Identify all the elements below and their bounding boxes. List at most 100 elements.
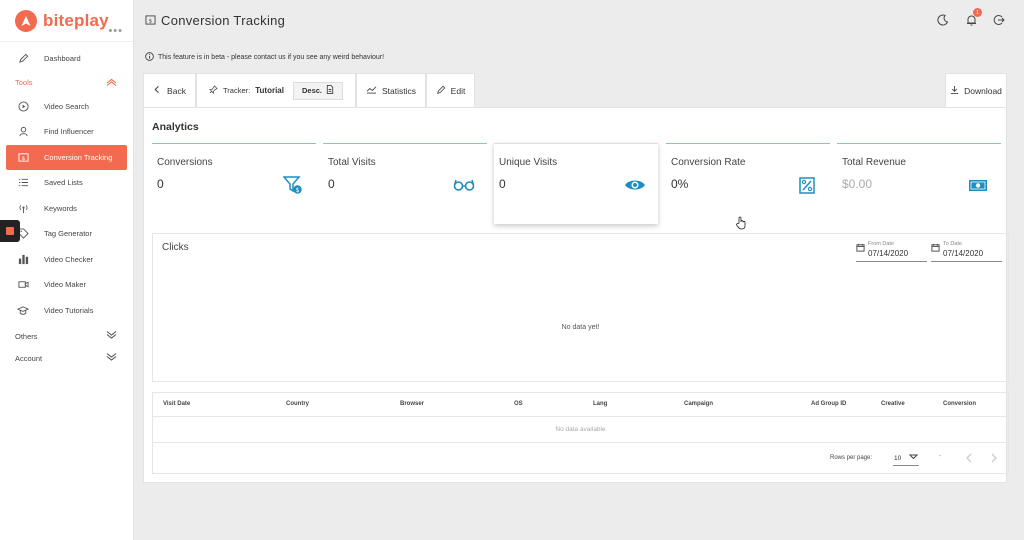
beta-notice-text: This feature is in beta - please contact… [158,54,385,61]
clicks-title: Clicks [162,242,189,253]
analytics-card: Analytics Conversions 0 $ Total Visits 0… [143,107,1009,483]
sidebar-item-keywords[interactable]: Keywords [0,196,133,222]
to-date-label: To Date [943,241,962,247]
column-conversion[interactable]: Conversion [943,401,976,407]
funnel-dollar-icon: $ [282,174,304,196]
sidebar-item-label: Video Maker [44,280,86,290]
column-lang[interactable]: Lang [593,401,607,407]
chevron-down-icon [106,331,117,341]
table-header: Visit Date Country Browser OS Lang Campa… [153,393,1008,417]
statistics-label: Statistics [381,85,416,96]
pencil-icon [16,52,30,66]
statistics-button[interactable]: Statistics [356,73,426,107]
sidebar-item-label: Find Influencer [44,127,94,137]
pin-icon [208,85,218,96]
to-date-field[interactable]: To Date 07/14/2020 [931,237,1002,262]
column-campaign[interactable]: Campaign [684,401,713,407]
stat-unique-visits: Unique Visits 0 [494,143,658,224]
column-country[interactable]: Country [286,401,309,407]
sidebar-section-others[interactable]: Others [0,325,133,347]
antenna-icon [16,201,30,215]
prev-page-button[interactable] [963,452,975,464]
download-label: Download [964,85,1002,96]
back-arrow-icon [153,85,162,96]
theme-toggle-icon[interactable] [936,13,950,27]
calendar-icon [931,239,940,257]
clicks-no-data: No data yet! [561,324,600,331]
beta-notice: This feature is in beta - please contact… [145,52,384,63]
sidebar-item-label: Video Tutorials [44,305,94,315]
list-icon [16,176,30,190]
column-ad-group-id[interactable]: Ad Group ID [811,401,846,407]
sidebar-section-account[interactable]: Account [0,347,133,369]
biteplay-logo-icon [15,9,37,32]
sidebar-item-video-maker[interactable]: Video Maker [0,272,133,298]
sidebar-section-label: Tools [15,78,33,87]
from-date-field[interactable]: From Date 07/14/2020 [856,237,927,262]
logout-icon[interactable] [992,13,1006,27]
rows-per-page-select[interactable]: 10 [893,451,919,466]
sidebar-item-label: Conversion Tracking [44,152,113,162]
to-date-value: 07/14/2020 [943,249,984,258]
eye-icon [624,174,646,196]
sidebar-item-video-checker[interactable]: Video Checker [0,247,133,273]
column-browser[interactable]: Browser [400,401,424,407]
sidebar-item-conversion-tracking[interactable]: $ Conversion Tracking [6,144,127,170]
stat-label: Total Revenue [842,157,906,168]
stat-value: 0% [671,177,689,191]
svg-text:$: $ [296,187,300,194]
sidebar-item-find-influencer[interactable]: Find Influencer [0,119,133,145]
stat-label: Unique Visits [499,157,558,168]
graduation-cap-icon [16,303,30,317]
sidebar-item-label: Keywords [44,203,77,213]
column-creative[interactable]: Creative [881,401,905,407]
sidebar-item-video-tutorials[interactable]: Video Tutorials [0,298,133,324]
hand-cursor-icon [735,216,747,230]
record-icon [6,227,14,235]
stat-value: 0 [157,177,164,191]
record-tab[interactable] [0,220,20,242]
bar-chart-icon [16,252,30,266]
stat-label: Conversion Rate [671,157,746,168]
sidebar-section-tools[interactable]: Tools [0,72,133,94]
notification-badge: 1 [973,8,982,17]
chevron-down-icon [106,353,117,363]
money-icon [967,174,989,196]
dollar-card-icon: $ [145,13,156,28]
tracker-name: Tutorial [255,86,284,95]
description-button[interactable]: Desc. [292,81,343,100]
sidebar-item-label: Video Checker [44,254,94,264]
back-button[interactable]: Back [143,73,196,107]
column-visit-date[interactable]: Visit Date [163,401,190,407]
rows-per-page-value: 10 [894,454,902,462]
sidebar-item-saved-lists[interactable]: Saved Lists [0,170,133,196]
sidebar-item-label: Saved Lists [44,178,83,188]
sidebar-item-dashboard[interactable]: Dashboard [0,46,133,72]
sidebar-section-label: Account [15,353,43,363]
chevron-down-icon [908,454,919,462]
next-page-button[interactable] [988,452,1000,464]
sidebar-section-label: Others [15,331,38,341]
glasses-icon [453,174,475,196]
stat-value: 0 [328,177,335,191]
column-os[interactable]: OS [514,401,523,407]
more-dots-icon[interactable]: ••• [108,25,123,37]
calendar-icon [856,239,865,257]
sidebar-item-label: Tag Generator [44,229,92,239]
sidebar: biteplay ••• Dashboard Tools Video Searc… [0,0,134,540]
page-range: - [939,453,942,460]
info-icon [145,52,154,63]
brand-logo[interactable]: biteplay ••• [0,0,133,42]
download-button[interactable]: Download [945,73,1007,107]
svg-text:$: $ [149,18,153,24]
edit-button[interactable]: Edit [426,73,475,107]
sidebar-item-label: Video Search [44,101,89,111]
tracker-toolbar: Back Tracker: Tutorial Desc. Statistics … [143,73,1007,107]
tracker-selector: Tracker: Tutorial Desc. [196,73,356,107]
analytics-title: Analytics [152,121,199,133]
from-date-value: 07/14/2020 [868,249,909,258]
bell-icon[interactable]: 1 [964,8,982,27]
stat-label: Total Visits [328,157,376,168]
table-footer: Rows per page: 10 - [153,443,1008,475]
sidebar-item-video-search[interactable]: Video Search [0,94,133,120]
